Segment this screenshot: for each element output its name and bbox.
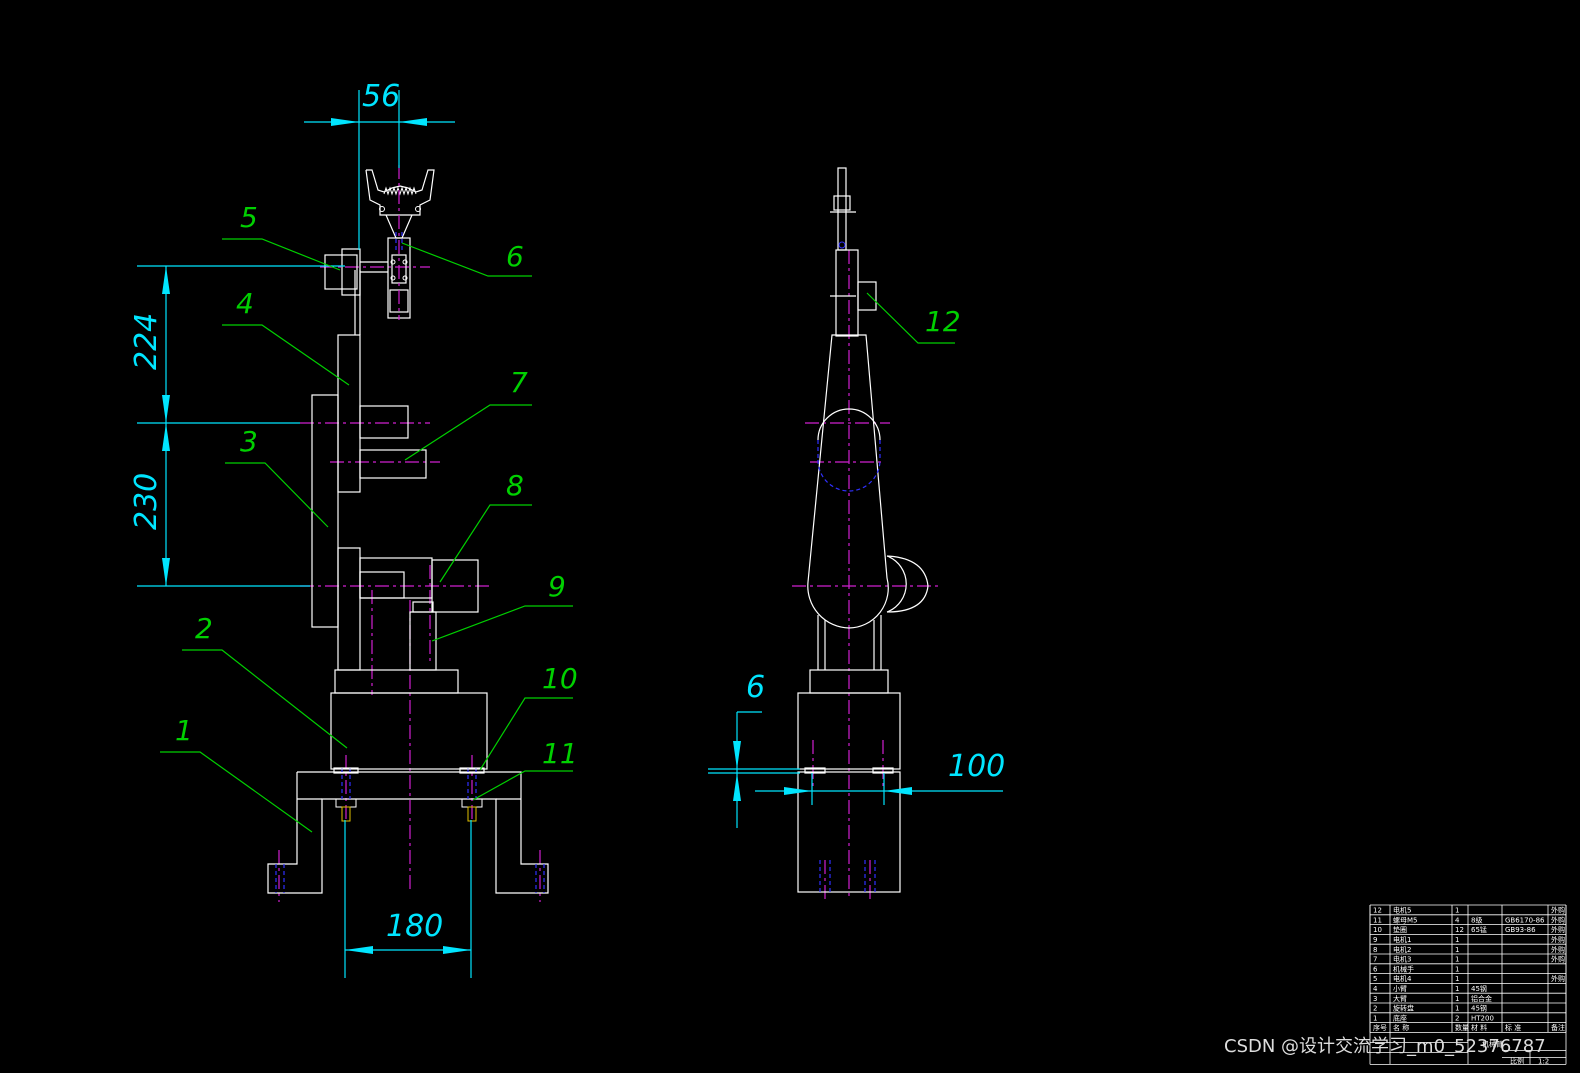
bom-row-qty: 1 xyxy=(1455,995,1459,1003)
callout-7: 7 xyxy=(510,366,528,399)
bom-row-material: 45钢 xyxy=(1471,1004,1487,1013)
bom-row-no: 11 xyxy=(1373,916,1382,924)
bom-row-name: 电机2 xyxy=(1393,945,1411,954)
callout-8: 8 xyxy=(506,469,524,502)
dim-6-label: 6 xyxy=(746,670,765,705)
bom-row-name: 电机4 xyxy=(1393,974,1412,983)
bom-row-note: 外购 xyxy=(1551,906,1565,915)
bom-row-std: GB93-86 xyxy=(1505,926,1536,934)
bom-header-no: 序号 xyxy=(1373,1023,1387,1032)
bom-row-note: 外购 xyxy=(1551,915,1565,924)
bom-row-no: 8 xyxy=(1373,946,1377,954)
bom-row-no: 3 xyxy=(1373,995,1377,1003)
callout-12: 12 xyxy=(925,305,961,338)
bom-row-no: 12 xyxy=(1373,907,1382,915)
bom-row-no: 2 xyxy=(1373,1005,1377,1013)
bom-row-name: 小臂 xyxy=(1393,984,1407,993)
bom-row-no: 6 xyxy=(1373,965,1378,973)
bom-row-no: 10 xyxy=(1373,926,1382,934)
callout-10: 10 xyxy=(542,662,578,695)
callout-9: 9 xyxy=(548,570,566,603)
bom-row-qty: 1 xyxy=(1455,956,1459,964)
side-view xyxy=(792,167,940,902)
bom-row-note: 外购 xyxy=(1551,925,1565,934)
dim-180-label: 180 xyxy=(386,909,443,944)
bom-row-no: 4 xyxy=(1373,985,1378,993)
bom-row-name: 大臂 xyxy=(1393,994,1407,1003)
bom-row-name: 旋转盘 xyxy=(1393,1004,1414,1013)
scale-value: 1:2 xyxy=(1538,1057,1549,1065)
bom-row-no: 5 xyxy=(1373,975,1377,983)
callout-6: 6 xyxy=(506,240,524,273)
bom-row-no: 9 xyxy=(1373,936,1377,944)
callout-2: 2 xyxy=(195,612,213,645)
bom-row-qty: 1 xyxy=(1455,975,1459,983)
bom-row-qty: 2 xyxy=(1455,1014,1459,1022)
bom-row-material: 8级 xyxy=(1471,915,1482,924)
bom-row-name: 螺母M5 xyxy=(1393,915,1418,924)
bom-row-qty: 1 xyxy=(1455,946,1459,954)
bom-row-material: 45钢 xyxy=(1471,984,1487,993)
bom-header-qty: 数量 xyxy=(1455,1023,1469,1032)
dim-230-label: 230 xyxy=(129,473,164,530)
dimensions: 56 224 230 180 6 100 xyxy=(129,79,1005,978)
bom-row-name: 机械手 xyxy=(1393,964,1414,973)
bom-row-material: 铝合金 xyxy=(1471,994,1492,1003)
bom-row-qty: 1 xyxy=(1455,985,1459,993)
bom-header-std: 标 准 xyxy=(1505,1023,1521,1032)
bom-header-material: 材 料 xyxy=(1471,1023,1487,1032)
cad-drawing: 56 224 230 180 6 100 1 2 3 4 5 6 7 8 9 1… xyxy=(129,79,1567,1065)
callout-1: 1 xyxy=(175,714,193,747)
bom-row-qty: 1 xyxy=(1455,1005,1459,1013)
bom-row-no: 1 xyxy=(1373,1014,1377,1022)
dim-100-label: 100 xyxy=(948,749,1005,784)
bom-row-material: 65锰 xyxy=(1471,925,1487,934)
bom-row-note: 外购 xyxy=(1551,945,1565,954)
dim-56-label: 56 xyxy=(362,79,400,114)
bom-row-name: 电机3 xyxy=(1393,955,1411,964)
watermark: CSDN @设计交流学习_m0_52376787 xyxy=(1224,1036,1546,1057)
bom-row-material: HT200 xyxy=(1471,1014,1494,1022)
bom-row-note: 外购 xyxy=(1551,955,1565,964)
bom-row-qty: 1 xyxy=(1455,936,1459,944)
bom-row-name: 电机1 xyxy=(1393,935,1411,944)
bom-row-qty: 12 xyxy=(1455,926,1464,934)
bom-header-name: 名 称 xyxy=(1393,1023,1409,1032)
bom-row-note: 外购 xyxy=(1551,935,1565,944)
bom-row-name: 底座 xyxy=(1393,1013,1407,1022)
bom-row-name: 垫圈 xyxy=(1393,925,1407,934)
bom-row-name: 电机5 xyxy=(1393,906,1411,915)
gripper xyxy=(365,165,435,320)
bom-row-std: GB6170-86 xyxy=(1505,916,1545,924)
callout-11: 11 xyxy=(542,737,578,770)
callout-5: 5 xyxy=(240,201,258,234)
bom-header-note: 备注 xyxy=(1551,1023,1565,1032)
bom-row-note: 外购 xyxy=(1551,974,1565,983)
bom-row-no: 7 xyxy=(1373,956,1377,964)
scale-label: 比例 xyxy=(1510,1056,1524,1065)
bom-row-qty: 1 xyxy=(1455,907,1459,915)
dim-224-label: 224 xyxy=(129,313,164,370)
bom-row-qty: 4 xyxy=(1455,916,1460,924)
callout-3: 3 xyxy=(240,425,258,458)
callout-4: 4 xyxy=(236,287,254,320)
bom-row-qty: 1 xyxy=(1455,965,1459,973)
